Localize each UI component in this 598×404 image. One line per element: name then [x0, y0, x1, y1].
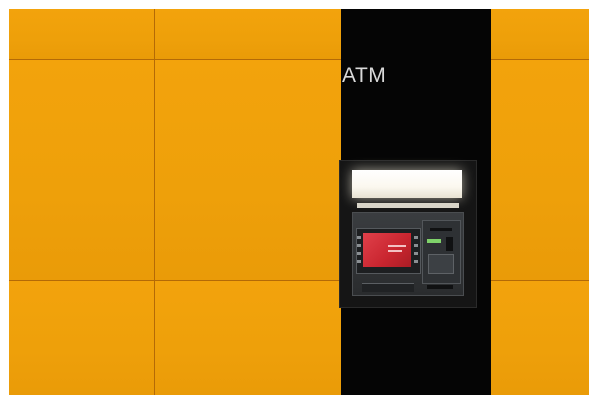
- atm-side-key[interactable]: [357, 252, 361, 255]
- wall-panel: [491, 60, 589, 280]
- atm-side-key[interactable]: [357, 236, 361, 239]
- panel-seam: [9, 59, 341, 60]
- atm-sign: ATM: [342, 64, 387, 87]
- cash-dispenser[interactable]: [362, 283, 414, 292]
- wall-panel: [491, 9, 589, 59]
- lower-slot[interactable]: [427, 285, 453, 289]
- atm-side-key[interactable]: [414, 252, 418, 255]
- atm-screen-text-line: [388, 245, 406, 247]
- atm-screen[interactable]: [363, 233, 411, 267]
- card-slot[interactable]: [446, 237, 453, 251]
- atm-side-key[interactable]: [414, 260, 418, 263]
- wall-panel: [155, 60, 341, 280]
- atm-light-strip: [357, 203, 459, 208]
- panel-seam: [491, 59, 589, 60]
- panel-seam: [154, 9, 155, 395]
- atm-side-key[interactable]: [414, 244, 418, 247]
- receipt-slot[interactable]: [430, 228, 452, 231]
- card-slot-indicator: [427, 239, 441, 243]
- wall-panel: [491, 281, 589, 395]
- wall-panel: [9, 281, 154, 395]
- keypad[interactable]: [428, 254, 454, 274]
- atm-photo: [9, 9, 589, 395]
- wall-panel: [155, 281, 341, 395]
- wall-panel: [155, 9, 341, 59]
- atm-side-key[interactable]: [357, 260, 361, 263]
- atm-side-key[interactable]: [414, 236, 418, 239]
- panel-seam: [9, 280, 341, 281]
- atm-light-panel: [352, 170, 462, 198]
- wall-panel: [9, 9, 154, 59]
- wall-panel: [9, 60, 154, 280]
- atm-side-key[interactable]: [357, 244, 361, 247]
- panel-seam: [491, 280, 589, 281]
- atm-screen-text-line: [388, 250, 402, 252]
